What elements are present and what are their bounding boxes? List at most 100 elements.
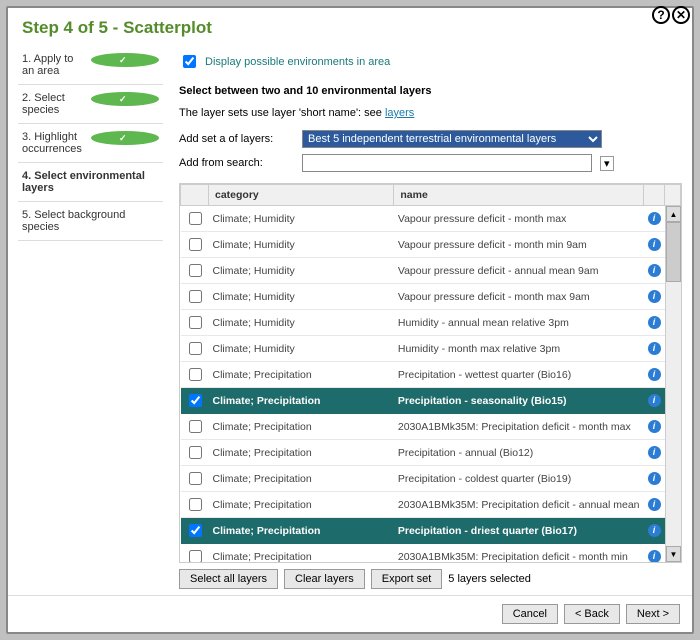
info-icon[interactable]: i [648, 524, 661, 537]
cancel-button[interactable]: Cancel [502, 604, 558, 624]
check-icon: ✓ [91, 92, 160, 106]
scroll-thumb[interactable] [666, 222, 681, 282]
wizard-step[interactable]: 1. Apply to an area✓ [18, 46, 163, 85]
row-name: Vapour pressure deficit - month min 9am [394, 232, 644, 258]
check-icon: ✓ [91, 131, 160, 145]
back-button[interactable]: < Back [564, 604, 620, 624]
row-checkbox[interactable] [189, 394, 202, 407]
export-set-button[interactable]: Export set [371, 569, 443, 589]
row-checkbox[interactable] [189, 342, 202, 355]
table-row[interactable]: Climate; Precipitation2030A1BMk35M: Prec… [181, 544, 681, 564]
wizard-step-label: 3. Highlight occurrences [22, 131, 91, 155]
col-category[interactable]: category [209, 185, 394, 206]
info-icon[interactable]: i [648, 316, 661, 329]
row-category: Climate; Humidity [209, 284, 394, 310]
row-category: Climate; Humidity [209, 206, 394, 232]
info-icon[interactable]: i [648, 420, 661, 433]
wizard-step[interactable]: 5. Select background species [18, 202, 163, 241]
row-name: 2030A1BMk35M: Precipitation deficit - mo… [394, 414, 644, 440]
row-name: Humidity - annual mean relative 3pm [394, 310, 644, 336]
row-name: Precipitation - driest quarter (Bio17) [394, 518, 644, 544]
row-name: 2030A1BMk35M: Precipitation deficit - mo… [394, 544, 644, 564]
row-category: Climate; Humidity [209, 336, 394, 362]
select-all-button[interactable]: Select all layers [179, 569, 278, 589]
info-icon[interactable]: i [648, 394, 661, 407]
layers-table-wrap: category name Climate; HumidityVapour pr… [179, 183, 682, 563]
table-row[interactable]: Climate; HumidityHumidity - annual mean … [181, 310, 681, 336]
table-row[interactable]: Climate; HumidityVapour pressure deficit… [181, 284, 681, 310]
table-row[interactable]: Climate; PrecipitationPrecipitation - co… [181, 466, 681, 492]
row-name: Precipitation - wettest quarter (Bio16) [394, 362, 644, 388]
row-category: Climate; Precipitation [209, 492, 394, 518]
wizard-step[interactable]: 4. Select environmental layers [18, 163, 163, 202]
table-row[interactable]: Climate; Precipitation2030A1BMk35M: Prec… [181, 492, 681, 518]
row-name: Precipitation - annual (Bio12) [394, 440, 644, 466]
info-icon[interactable]: i [648, 472, 661, 485]
dialog: ? ✕ Step 4 of 5 - Scatterplot 1. Apply t… [6, 6, 694, 634]
info-icon[interactable]: i [648, 368, 661, 381]
row-category: Climate; Humidity [209, 310, 394, 336]
row-checkbox[interactable] [189, 550, 202, 563]
wizard-step-label: 2. Select species [22, 92, 91, 116]
row-category: Climate; Precipitation [209, 362, 394, 388]
col-name[interactable]: name [394, 185, 644, 206]
row-checkbox[interactable] [189, 446, 202, 459]
info-icon[interactable]: i [648, 238, 661, 251]
row-checkbox[interactable] [189, 290, 202, 303]
row-checkbox[interactable] [189, 420, 202, 433]
row-name: Precipitation - coldest quarter (Bio19) [394, 466, 644, 492]
scroll-down-button[interactable]: ▼ [666, 546, 681, 562]
search-input[interactable] [302, 154, 592, 172]
layer-note: The layer sets use layer 'short name': s… [179, 105, 682, 127]
info-icon[interactable]: i [648, 212, 661, 225]
table-row[interactable]: Climate; PrecipitationPrecipitation - we… [181, 362, 681, 388]
row-category: Climate; Precipitation [209, 414, 394, 440]
wizard-step-label: 4. Select environmental layers [22, 170, 159, 194]
info-icon[interactable]: i [648, 446, 661, 459]
info-icon[interactable]: i [648, 342, 661, 355]
wizard-step-label: 1. Apply to an area [22, 53, 91, 77]
help-icon[interactable]: ? [652, 6, 670, 24]
main-panel: Display possible environments in area Se… [163, 46, 682, 594]
table-row[interactable]: Climate; Precipitation2030A1BMk35M: Prec… [181, 414, 681, 440]
row-category: Climate; Precipitation [209, 466, 394, 492]
table-row[interactable]: Climate; PrecipitationPrecipitation - dr… [181, 518, 681, 544]
search-dropdown-button[interactable]: ▾ [600, 156, 614, 171]
display-environments-checkbox[interactable] [183, 55, 196, 68]
info-icon[interactable]: i [648, 290, 661, 303]
row-checkbox[interactable] [189, 264, 202, 277]
row-category: Climate; Humidity [209, 258, 394, 284]
scroll-up-button[interactable]: ▲ [666, 206, 681, 222]
display-environments-label: Display possible environments in area [205, 56, 390, 68]
wizard-step[interactable]: 3. Highlight occurrences✓ [18, 124, 163, 163]
row-checkbox[interactable] [189, 472, 202, 485]
table-row[interactable]: Climate; PrecipitationPrecipitation - se… [181, 388, 681, 414]
layers-link[interactable]: layers [385, 107, 414, 119]
row-checkbox[interactable] [189, 498, 202, 511]
col-checkbox [181, 185, 209, 206]
row-checkbox[interactable] [189, 368, 202, 381]
table-row[interactable]: Climate; HumidityVapour pressure deficit… [181, 232, 681, 258]
clear-layers-button[interactable]: Clear layers [284, 569, 365, 589]
row-category: Climate; Precipitation [209, 388, 394, 414]
table-scrollbar[interactable]: ▲ ▼ [665, 206, 681, 562]
row-checkbox[interactable] [189, 524, 202, 537]
row-checkbox[interactable] [189, 316, 202, 329]
wizard-step[interactable]: 2. Select species✓ [18, 85, 163, 124]
addset-select[interactable]: Best 5 independent terrestrial environme… [302, 130, 602, 148]
row-checkbox[interactable] [189, 212, 202, 225]
info-icon[interactable]: i [648, 264, 661, 277]
row-name: Vapour pressure deficit - annual mean 9a… [394, 258, 644, 284]
next-button[interactable]: Next > [626, 604, 680, 624]
info-icon[interactable]: i [648, 498, 661, 511]
select-layers-heading: Select between two and 10 environmental … [179, 77, 682, 105]
table-row[interactable]: Climate; HumidityHumidity - month max re… [181, 336, 681, 362]
row-checkbox[interactable] [189, 238, 202, 251]
row-name: Humidity - month max relative 3pm [394, 336, 644, 362]
table-row[interactable]: Climate; PrecipitationPrecipitation - an… [181, 440, 681, 466]
close-icon[interactable]: ✕ [672, 6, 690, 24]
table-row[interactable]: Climate; HumidityVapour pressure deficit… [181, 206, 681, 232]
table-row[interactable]: Climate; HumidityVapour pressure deficit… [181, 258, 681, 284]
row-name: Precipitation - seasonality (Bio15) [394, 388, 644, 414]
info-icon[interactable]: i [648, 550, 661, 563]
